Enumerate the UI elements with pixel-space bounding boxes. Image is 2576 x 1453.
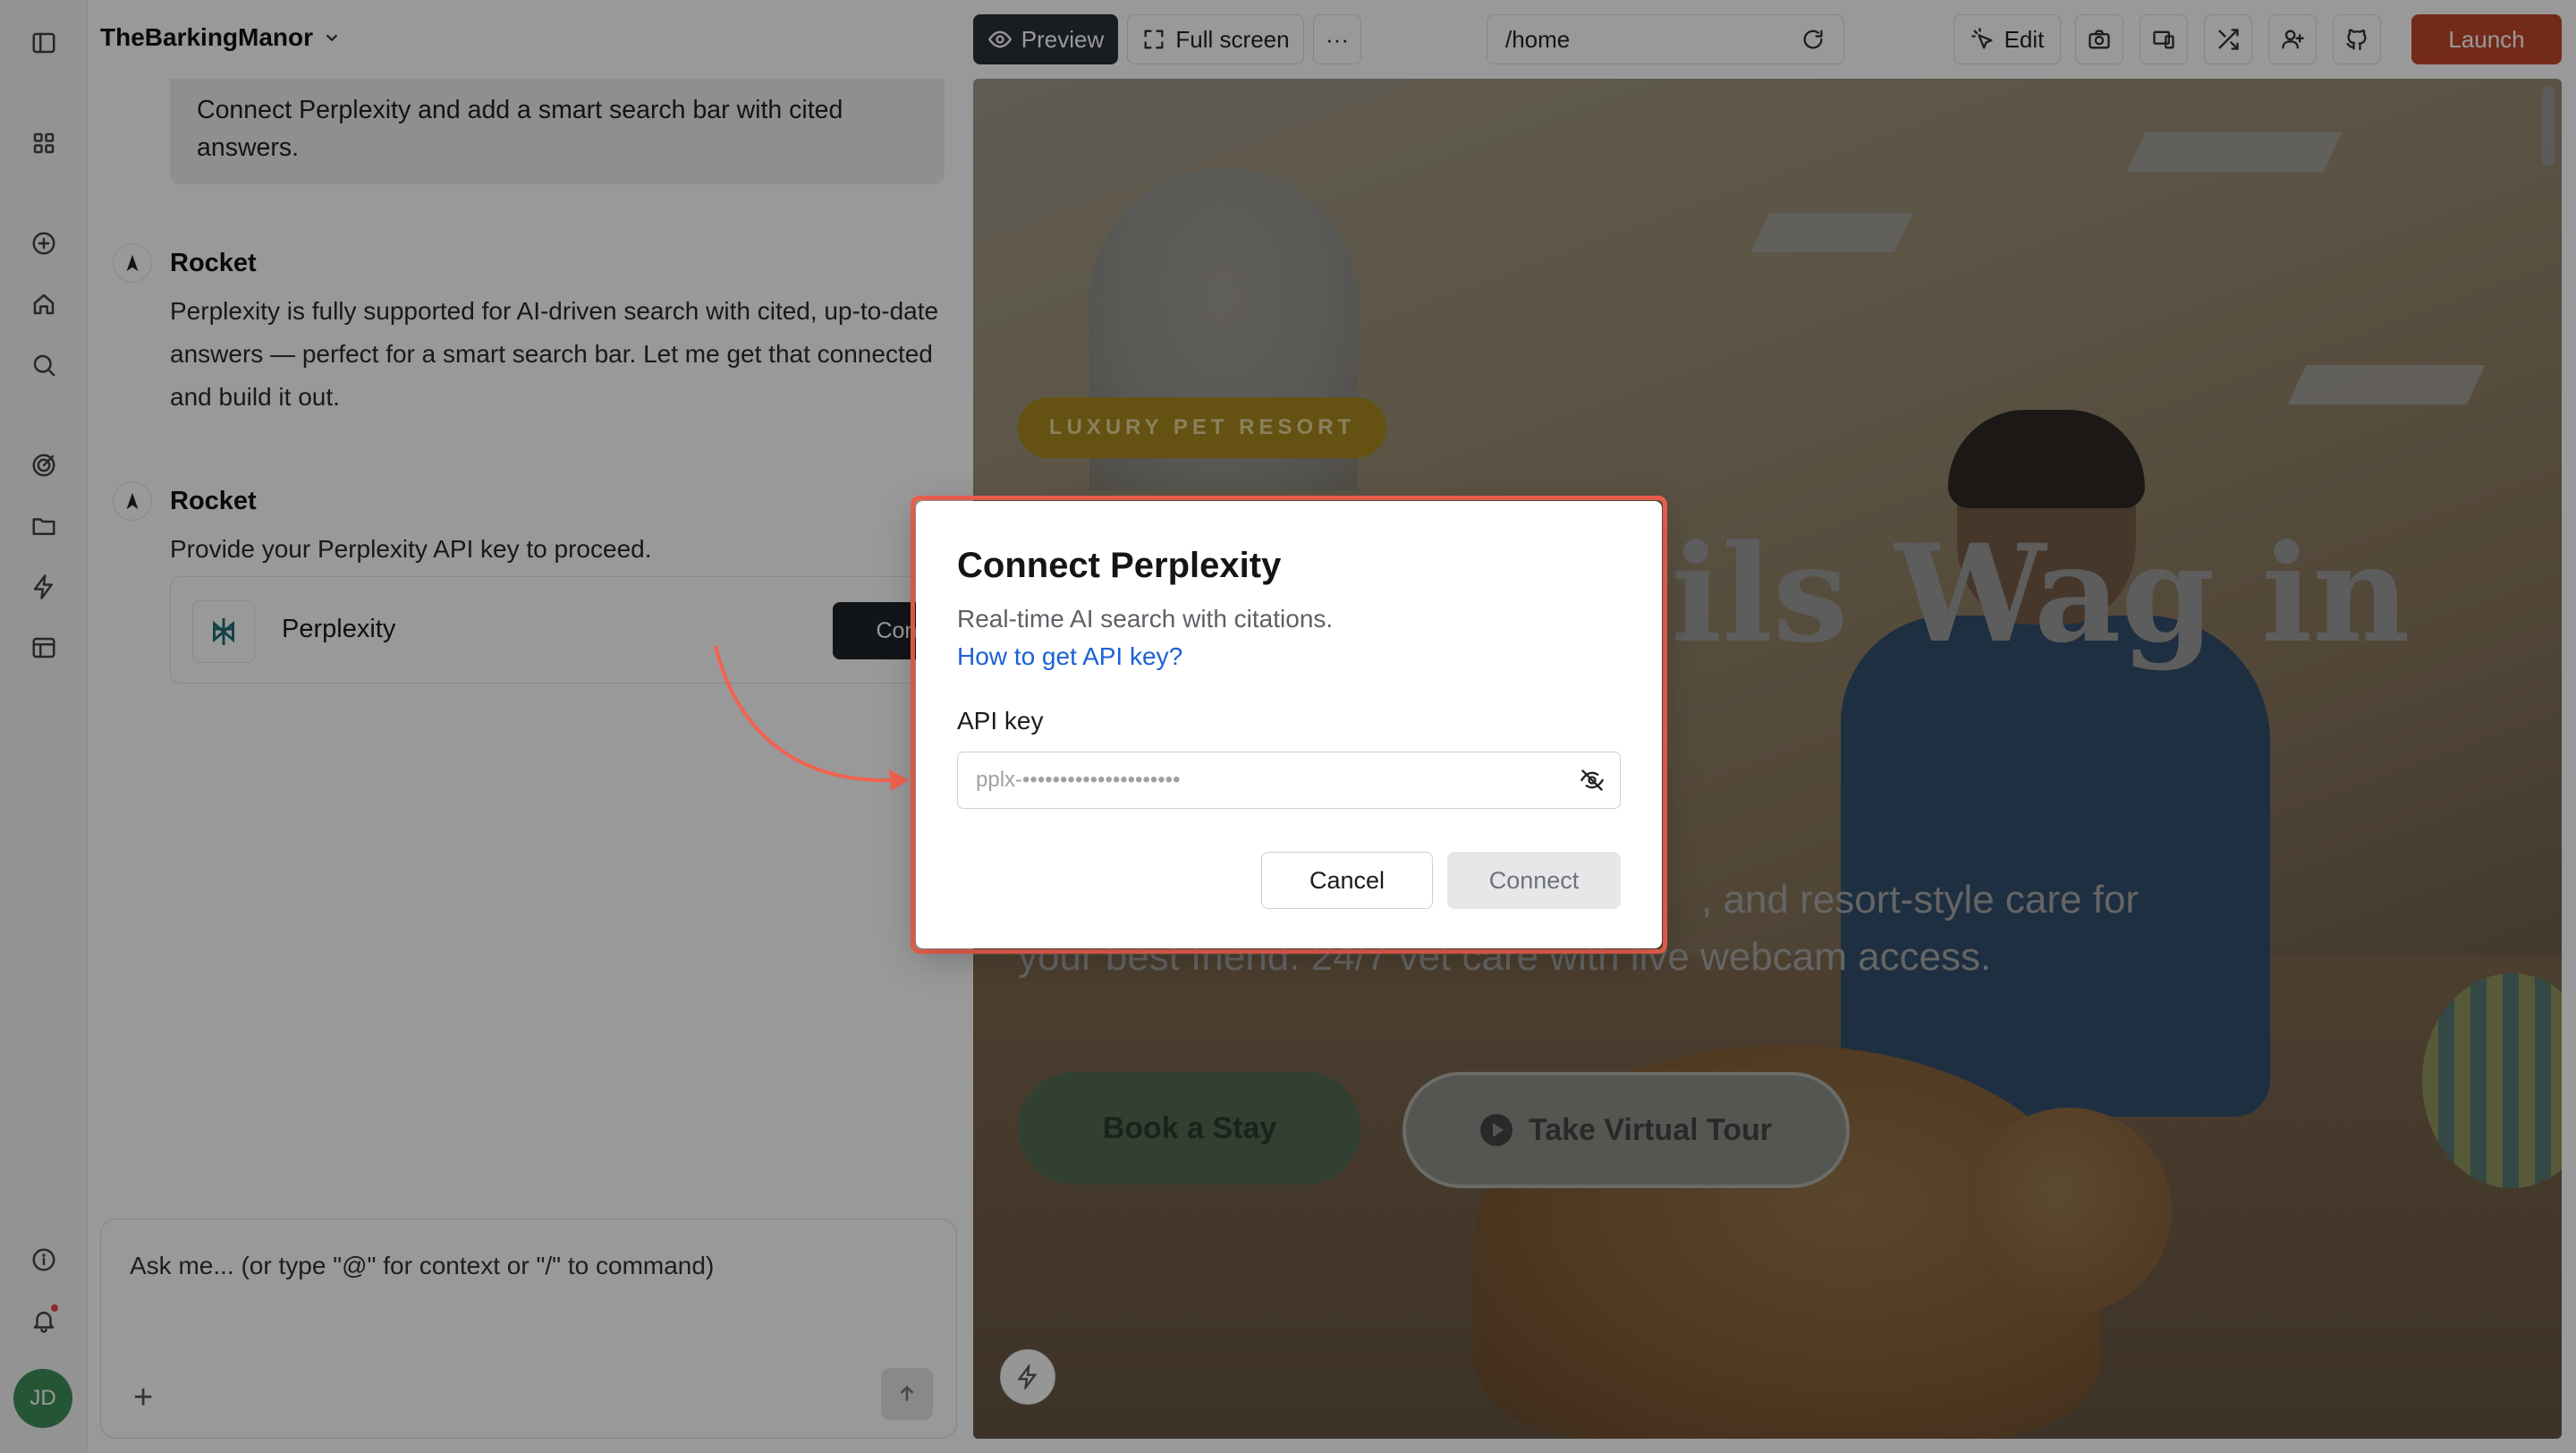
- api-key-help-link[interactable]: How to get API key?: [957, 642, 1182, 671]
- connect-perplexity-dialog: Connect Perplexity Real-time AI search w…: [916, 501, 1662, 948]
- dialog-title: Connect Perplexity: [957, 546, 1282, 585]
- dialog-description: Real-time AI search with citations.: [957, 605, 1334, 633]
- cancel-button[interactable]: Cancel: [1261, 852, 1433, 909]
- api-key-label: API key: [957, 707, 1044, 735]
- api-key-input[interactable]: [957, 752, 1621, 809]
- eye-off-icon[interactable]: [1578, 766, 1606, 794]
- connect-button[interactable]: Connect: [1447, 852, 1621, 909]
- annotation-arrow-icon: [714, 645, 909, 791]
